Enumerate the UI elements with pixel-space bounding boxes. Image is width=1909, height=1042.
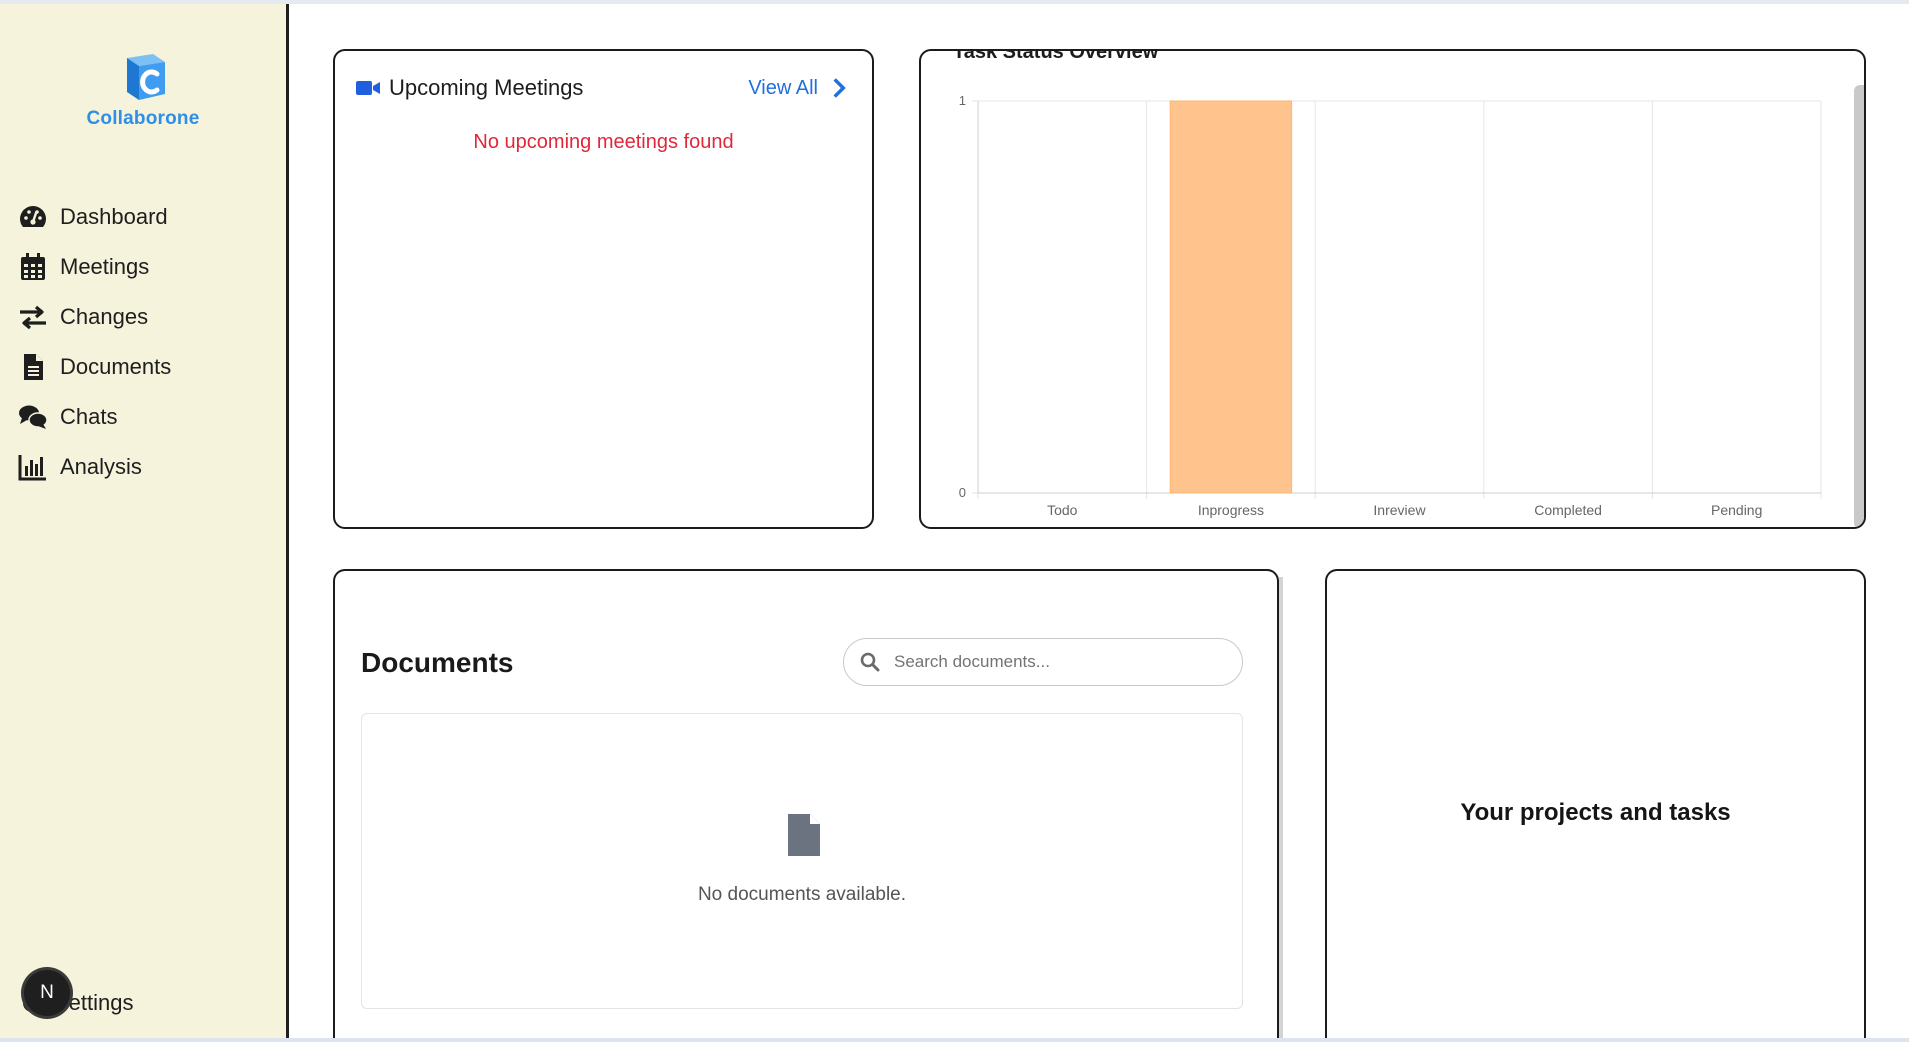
sidebar-item-label: Meetings [60, 254, 150, 279]
x-tick-label: Completed [1534, 502, 1602, 518]
task-status-chart: 0 1 Todo Inprogress Inreview Completed Pending [959, 93, 1822, 518]
sidebar-nav: Dashboard Meetings Changes Documents Cha… [18, 192, 278, 492]
calendar-icon [21, 253, 45, 280]
view-all-link[interactable]: View All [748, 77, 852, 100]
comments-icon [19, 405, 48, 429]
sidebar-item-label: Documents [60, 354, 172, 379]
brand-logo[interactable]: Collaborone [0, 46, 286, 130]
documents-card: Documents No documents available. [333, 569, 1283, 1042]
sidebar-item-analysis[interactable]: Analysis [18, 442, 278, 492]
sidebar-item-changes[interactable]: Changes [18, 292, 278, 342]
documents-empty-state: No documents available. [361, 713, 1243, 1009]
gauge-icon [20, 206, 46, 227]
projects-title: Your projects and tasks [1460, 799, 1731, 826]
avatar[interactable]: N [24, 970, 70, 1016]
meetings-title: Upcoming Meetings [389, 75, 584, 100]
task-status-chart-card: Task Status Overview 0 1 Todo Inprogress Inr… [919, 49, 1866, 529]
file-icon [788, 814, 820, 856]
document-search[interactable] [843, 638, 1243, 686]
sidebar-item-label: Chats [60, 404, 118, 429]
y-tick-label: 1 [959, 93, 966, 108]
sidebar-item-documents[interactable]: Documents [18, 342, 278, 392]
file-icon [24, 354, 43, 380]
arrows-swap-icon [20, 305, 46, 330]
window-bottom-edge [0, 1038, 1909, 1042]
x-tick-label: Todo [1047, 502, 1078, 518]
sidebar-item-meetings[interactable]: Meetings [18, 242, 278, 292]
x-tick-label: Inreview [1373, 502, 1426, 518]
projects-card: Your projects and tasks [1325, 569, 1866, 1042]
chevron-right-icon [833, 78, 846, 98]
video-camera-icon [356, 81, 380, 95]
x-tick-label: Inprogress [1198, 502, 1264, 518]
sidebar-item-label: Dashboard [60, 204, 168, 229]
upcoming-meetings-card: Upcoming Meetings View All No upcoming m… [333, 49, 874, 529]
documents-empty-message: No documents available. [697, 884, 907, 905]
y-tick-label: 0 [959, 485, 966, 500]
meetings-empty-message: No upcoming meetings found [473, 131, 734, 153]
x-tick-label: Pending [1711, 502, 1762, 518]
documents-title: Documents [361, 647, 514, 678]
search-icon [860, 652, 880, 672]
view-all-label: View All [748, 76, 818, 99]
cube-logo-icon [127, 54, 165, 100]
bar-inprogress [1169, 100, 1293, 494]
sidebar: Collaborone Dashboard Meetings Changes D… [0, 4, 289, 1042]
chart-scrollbar[interactable] [1854, 85, 1864, 527]
app-window: Collaborone Dashboard Meetings Changes D… [0, 0, 1909, 1042]
sidebar-item-dashboard[interactable]: Dashboard [18, 192, 278, 242]
sidebar-item-chats[interactable]: Chats [18, 392, 278, 442]
sidebar-item-label: Changes [60, 304, 149, 329]
search-input[interactable] [894, 652, 1214, 672]
sidebar-item-label: Analysis [60, 454, 142, 479]
meetings-header: Upcoming Meetings View All [355, 75, 852, 101]
brand-name: Collaborone [86, 108, 200, 129]
bar-chart-icon [18, 455, 46, 481]
